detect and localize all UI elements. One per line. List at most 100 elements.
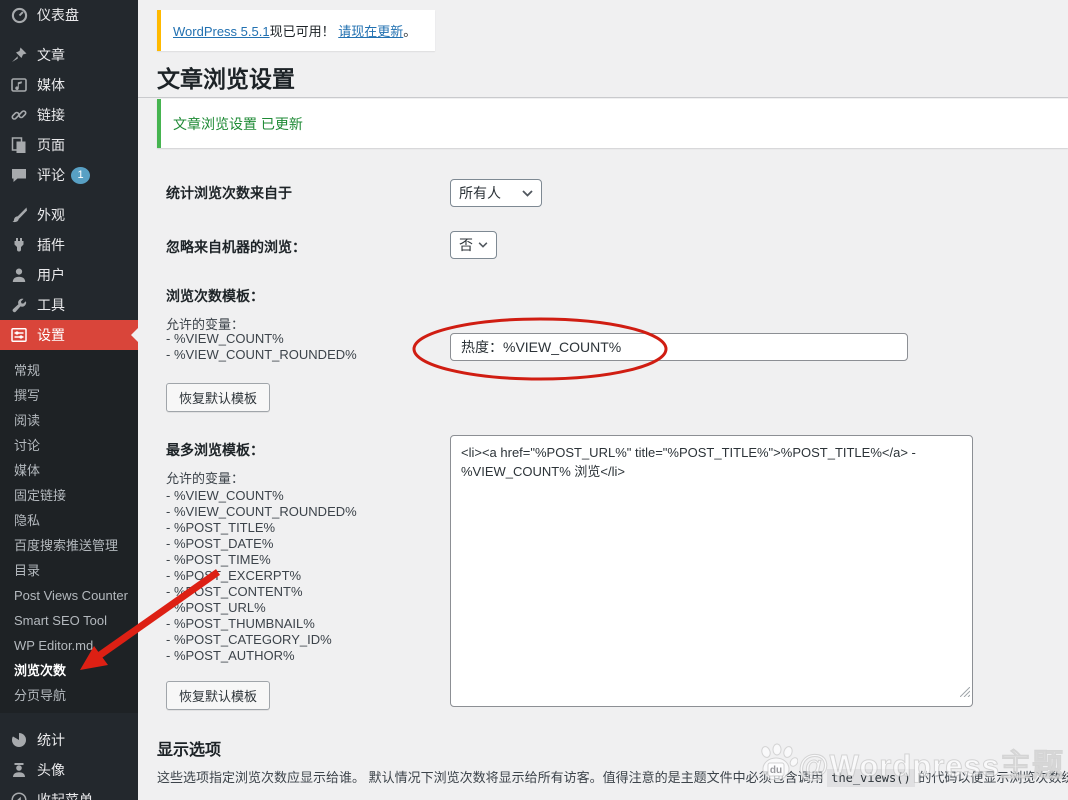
most-viewed-template-heading: 最多浏览模板：: [166, 440, 264, 460]
template-variable: - %POST_THUMBNAIL%: [166, 616, 357, 632]
sidebar-item-label: 收起菜单: [37, 790, 93, 800]
sidebar-item-设置[interactable]: 设置: [0, 320, 138, 350]
template-variable: - %POST_DATE%: [166, 536, 357, 552]
sidebar-item-页面[interactable]: 页面: [0, 130, 138, 160]
comment-icon: [10, 166, 28, 184]
submenu-item-Post Views Counter[interactable]: Post Views Counter: [0, 583, 138, 608]
pushpin-icon: [10, 46, 28, 64]
display-options-heading: 显示选项: [157, 736, 221, 760]
sidebar-item-评论[interactable]: 评论 1: [0, 160, 138, 190]
template-variable: - %POST_EXCERPT%: [166, 568, 357, 584]
sidebar-item-工具[interactable]: 工具: [0, 290, 138, 320]
the-views-code: the_views(): [827, 769, 914, 787]
success-notice-text: 文章浏览设置 已更新: [161, 114, 303, 134]
ignore-bots-label: 忽略来自机器的浏览：: [166, 237, 306, 257]
update-notice-text: 现已可用！: [270, 24, 335, 39]
description-text: 的代码以便显示浏览次数统计信息。: [915, 770, 1068, 785]
reset-most-viewed-template-button[interactable]: 恢复默认模板: [166, 681, 270, 710]
users-icon: [10, 266, 28, 284]
main-content: WordPress 5.5.1现已可用！ 请现在更新。 文章浏览设置 文章浏览设…: [138, 0, 1068, 800]
dashboard-icon: [10, 6, 28, 24]
sidebar-item-label: 仪表盘: [37, 5, 79, 25]
sidebar-item-label: 页面: [37, 135, 65, 155]
ignore-bots-select[interactable]: 否: [450, 231, 497, 259]
pages-icon: [10, 136, 28, 154]
template-variable: - %VIEW_COUNT_ROUNDED%: [166, 347, 357, 363]
sidebar-item-label: 设置: [37, 325, 65, 345]
sidebar-item-label: 工具: [37, 295, 65, 315]
sidebar-item-label: 头像: [37, 760, 65, 780]
submenu-item-媒体[interactable]: 媒体: [0, 458, 138, 483]
sidebar-item-label: 用户: [37, 265, 65, 285]
sidebar-item-用户[interactable]: 用户: [0, 260, 138, 290]
sidebar-item-label: 插件: [37, 235, 65, 255]
success-notice: 文章浏览设置 已更新: [157, 99, 1068, 148]
sidebar-item-仪表盘[interactable]: 仪表盘: [0, 0, 138, 30]
chevron-down-icon: [522, 190, 533, 197]
sidebar-item-媒体[interactable]: 媒体: [0, 70, 138, 100]
allowed-variables-label: 允许的变量：: [166, 468, 244, 487]
sidebar-item-外观[interactable]: 外观: [0, 200, 138, 230]
settings-submenu: 常规撰写阅读讨论媒体固定链接隐私百度搜索推送管理目录Post Views Cou…: [0, 350, 138, 713]
sidebar-item-label: 评论: [37, 165, 65, 185]
submenu-item-隐私[interactable]: 隐私: [0, 508, 138, 533]
sidebar-item-统计[interactable]: 统计: [0, 725, 138, 755]
header-divider: [138, 97, 1068, 98]
views-source-select[interactable]: 所有人: [450, 179, 542, 207]
current-menu-arrow: [131, 328, 138, 342]
appearance-icon: [10, 206, 28, 224]
reset-views-template-button[interactable]: 恢复默认模板: [166, 383, 270, 412]
submenu-item-WP Editor.md[interactable]: WP Editor.md: [0, 633, 138, 658]
admin-sidebar: 仪表盘文章媒体链接页面评论1外观插件用户工具设置 常规撰写阅读讨论媒体固定链接隐…: [0, 0, 138, 800]
submenu-item-讨论[interactable]: 讨论: [0, 433, 138, 458]
sidebar-item-label: 外观: [37, 205, 65, 225]
media-icon: [10, 76, 28, 94]
submenu-item-目录[interactable]: 目录: [0, 558, 138, 583]
admin-menu: 仪表盘文章媒体链接页面评论 1 外观插件用户工具设置: [0, 0, 138, 350]
submenu-item-百度搜索推送管理[interactable]: 百度搜索推送管理: [0, 533, 138, 558]
update-now-link[interactable]: 请现在更新: [338, 24, 403, 39]
sidebar-footer-menu: 统计头像收起菜单: [0, 713, 138, 800]
views-source-label: 统计浏览次数来自于: [166, 183, 292, 203]
submenu-item-阅读[interactable]: 阅读: [0, 408, 138, 433]
sidebar-item-收起菜单[interactable]: 收起菜单: [0, 785, 138, 800]
template-variable: - %POST_AUTHOR%: [166, 648, 357, 664]
most-viewed-template-textarea[interactable]: <li><a href="%POST_URL%" title="%POST_TI…: [450, 435, 973, 707]
submenu-item-撰写[interactable]: 撰写: [0, 383, 138, 408]
pie-icon: [10, 731, 28, 749]
template-variable: - %POST_URL%: [166, 600, 357, 616]
tools-icon: [10, 296, 28, 314]
template-variable: - %POST_CONTENT%: [166, 584, 357, 600]
submenu-item-分页导航[interactable]: 分页导航: [0, 683, 138, 708]
sidebar-item-文章[interactable]: 文章: [0, 40, 138, 70]
views-template-heading: 浏览次数模板：: [166, 286, 264, 306]
submenu-item-Smart SEO Tool[interactable]: Smart SEO Tool: [0, 608, 138, 633]
sidebar-item-插件[interactable]: 插件: [0, 230, 138, 260]
template-variable: - %POST_TIME%: [166, 552, 357, 568]
sidebar-item-label: 文章: [37, 45, 65, 65]
most-viewed-template-variables: - %VIEW_COUNT%- %VIEW_COUNT_ROUNDED%- %P…: [166, 488, 357, 664]
comment-count-badge: 1: [71, 167, 90, 184]
template-variable: - %POST_CATEGORY_ID%: [166, 632, 357, 648]
chevron-down-icon: [478, 242, 488, 248]
sidebar-item-链接[interactable]: 链接: [0, 100, 138, 130]
submenu-item-常规[interactable]: 常规: [0, 358, 138, 383]
settings-icon: [10, 326, 28, 344]
template-variable: - %VIEW_COUNT%: [166, 331, 357, 347]
views-template-input[interactable]: [450, 333, 908, 361]
template-variable: - %VIEW_COUNT_ROUNDED%: [166, 504, 357, 520]
template-variable: - %VIEW_COUNT%: [166, 488, 357, 504]
views-source-select-value: 所有人: [459, 183, 501, 203]
sidebar-item-头像[interactable]: 头像: [0, 755, 138, 785]
collapse-icon: [10, 791, 28, 800]
wordpress-version-link[interactable]: WordPress 5.5.1: [173, 24, 270, 39]
sidebar-item-label: 统计: [37, 730, 65, 750]
display-options-description: 这些选项指定浏览次数应显示给谁。 默认情况下浏览次数将显示给所有访客。值得注意的…: [157, 767, 1068, 786]
template-variable: - %POST_TITLE%: [166, 520, 357, 536]
ignore-bots-select-value: 否: [459, 235, 473, 255]
page-title: 文章浏览设置: [157, 60, 295, 94]
submenu-item-固定链接[interactable]: 固定链接: [0, 483, 138, 508]
submenu-item-浏览次数[interactable]: 浏览次数: [0, 658, 138, 683]
update-notice-period: 。: [403, 24, 416, 39]
most-viewed-template-editor: <li><a href="%POST_URL%" title="%POST_TI…: [450, 435, 973, 707]
